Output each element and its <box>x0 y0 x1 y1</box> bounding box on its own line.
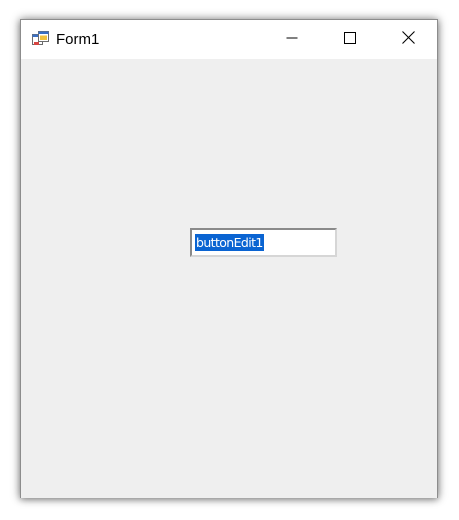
button-edit-input[interactable]: buttonEdit1 <box>190 228 337 257</box>
button-edit-selected-text: buttonEdit1 <box>195 234 264 251</box>
maximize-button[interactable] <box>327 20 373 59</box>
form-window: Form1 buttonEdit1 <box>20 19 438 498</box>
minimize-button[interactable] <box>269 20 315 59</box>
winforms-app-icon <box>32 31 49 48</box>
title-bar[interactable]: Form1 <box>21 20 437 59</box>
maximize-icon <box>344 31 356 49</box>
close-button[interactable] <box>385 20 431 59</box>
window-title: Form1 <box>56 31 100 48</box>
close-icon <box>401 30 415 49</box>
form-client-area: buttonEdit1 <box>21 59 437 498</box>
minimize-icon <box>286 31 298 49</box>
desktop: Form1 buttonEdit1 <box>0 0 459 520</box>
